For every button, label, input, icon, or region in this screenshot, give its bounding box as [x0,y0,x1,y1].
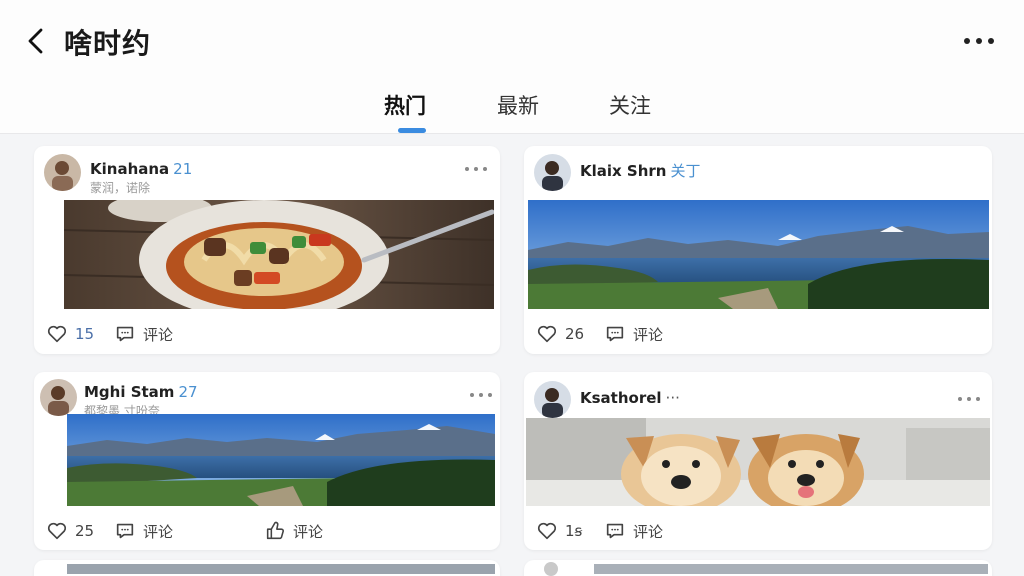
post-card[interactable]: Mghi Stam 27 都黎墨 寸吩奈 25 评论 评论 [34,372,500,550]
comment-icon [606,326,624,342]
username[interactable]: Mghi Stam 27 [84,383,198,401]
post-image-mountain-lake[interactable] [67,414,495,506]
like-button[interactable]: 26 [536,323,584,345]
user-subtitle: 蒙润，诺除 [90,181,151,195]
post-image-mountain-lake[interactable] [528,200,989,309]
page-title: 啥时约 [64,27,152,60]
avatar[interactable] [40,379,77,416]
comment-label: 评论 [143,325,174,344]
username[interactable]: Klaix Shrn 关丁 [580,160,701,181]
username[interactable]: Kinahana 21 [90,160,192,178]
card-more-icon[interactable] [465,164,487,174]
like-button[interactable]: 1ꞩ [536,520,582,542]
post-image-partial [67,564,495,574]
comment-button[interactable]: 评论 [604,520,663,542]
like-count: 25 [75,522,95,540]
comment-label: 评论 [633,522,664,541]
avatar[interactable] [534,381,571,418]
post-card-partial[interactable] [34,560,500,576]
card-more-icon[interactable] [958,394,980,404]
post-card-partial[interactable] [524,560,992,576]
thumbs-up-button[interactable]: 评论 [264,520,323,542]
avatar[interactable] [544,562,558,576]
like-button[interactable]: 15 [46,323,94,345]
tab-latest[interactable]: 最新 [497,90,539,120]
like-button[interactable]: 25 [46,520,94,542]
comment-icon [116,326,134,342]
post-card[interactable]: Kinahana 21 蒙润，诺除 15 评论 [34,146,500,354]
comment-button[interactable]: 评论 [114,520,173,542]
heart-icon [47,522,67,540]
user-badge: 关丁 [670,162,701,180]
tab-bar: 热门 最新 关注 [0,84,1024,134]
user-badge: 21 [173,160,193,178]
post-image-two-dogs[interactable] [526,418,990,506]
heart-icon [537,522,557,540]
comment-icon [606,523,624,539]
username[interactable]: Ksathorel ··· [580,389,680,407]
active-tab-indicator [398,128,426,133]
avatar[interactable] [534,154,571,191]
tab-hot[interactable]: 热门 [384,90,426,120]
user-badge: 27 [178,383,198,401]
back-icon[interactable] [22,26,52,56]
user-badge: ··· [665,389,680,407]
comment-button[interactable]: 评论 [114,323,173,345]
post-card[interactable]: Klaix Shrn 关丁 26 评论 [524,146,992,354]
tab-following[interactable]: 关注 [609,90,651,120]
extra-label: 评论 [293,522,324,541]
more-options-icon[interactable] [964,28,994,54]
like-count: 15 [75,325,95,343]
like-count: 26 [565,325,585,343]
app-header: 啥时约 热门 最新 关注 [0,0,1024,134]
card-more-icon[interactable] [470,390,492,400]
post-image-partial [594,564,988,574]
heart-icon [47,325,67,343]
comment-button[interactable]: 评论 [604,323,663,345]
like-count: 1ꞩ [565,522,583,540]
comment-icon [116,523,134,539]
comment-label: 评论 [143,522,174,541]
avatar[interactable] [44,154,81,191]
post-card[interactable]: Ksathorel ··· 1ꞩ 评论 [524,372,992,550]
heart-icon [537,325,557,343]
thumbs-up-icon [266,521,285,540]
post-image-pasta-dish[interactable] [64,200,494,309]
comment-label: 评论 [633,325,664,344]
